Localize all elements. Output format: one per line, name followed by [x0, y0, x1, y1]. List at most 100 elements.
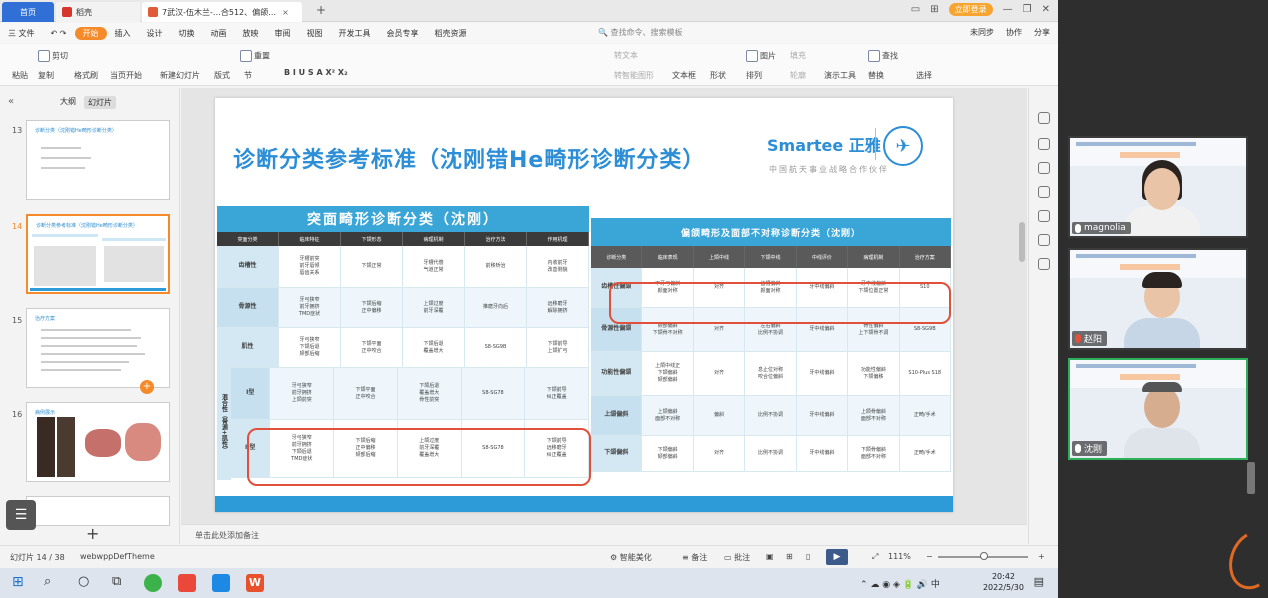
- reading-view-icon[interactable]: ▯: [806, 552, 810, 561]
- windows-start-icon[interactable]: ⊞: [12, 574, 24, 590]
- collapse-panel-icon[interactable]: «: [8, 96, 14, 107]
- tab-outline[interactable]: 大纲: [60, 96, 76, 109]
- sorter-view-icon[interactable]: ⊞: [786, 552, 793, 561]
- collab-button[interactable]: 协作: [1006, 27, 1022, 38]
- find-label: 查找: [882, 51, 898, 61]
- participant-head: [1144, 168, 1180, 210]
- fill-button[interactable]: 填充: [790, 50, 806, 61]
- menu-docer[interactable]: 稻壳资源: [427, 28, 475, 39]
- cut-button[interactable]: 剪切: [38, 50, 68, 62]
- slide-thumbnail[interactable]: 诊断分类（沈刚错He畸形诊断分类）: [26, 120, 170, 200]
- paste-button[interactable]: 粘贴: [12, 70, 28, 81]
- notes-area[interactable]: 单击此处添加备注: [181, 524, 1027, 544]
- zoom-slider-knob[interactable]: [980, 552, 988, 560]
- menu-insert[interactable]: 插入: [107, 28, 139, 39]
- outline-button[interactable]: 轮廓: [790, 70, 806, 81]
- notes-button[interactable]: ≡ 备注: [682, 552, 707, 563]
- minimize-icon[interactable]: —: [1003, 4, 1013, 15]
- undo-icon[interactable]: ↶ ↷: [43, 29, 75, 38]
- slide-thumbnail[interactable]: 治疗方案: [26, 308, 170, 388]
- new-slide-button[interactable]: 新建幻灯片: [160, 70, 200, 81]
- new-tab-button[interactable]: +: [316, 3, 326, 17]
- menu-float-icon[interactable]: ☰: [6, 500, 36, 530]
- menu-transition[interactable]: 切换: [171, 28, 203, 39]
- textbox-button[interactable]: 文本框: [672, 70, 696, 81]
- share-button[interactable]: 分享: [1034, 27, 1050, 38]
- notification-icon[interactable]: ▤: [1034, 575, 1044, 588]
- reset-button[interactable]: 重置: [240, 50, 270, 62]
- vertical-scrollbar[interactable]: [1019, 92, 1025, 520]
- convert-smart-button[interactable]: 转文本: [614, 50, 638, 61]
- layout-icon[interactable]: ▭: [911, 4, 920, 15]
- menu-member[interactable]: 会员专享: [379, 28, 427, 39]
- format-painter-button[interactable]: 格式刷: [74, 70, 98, 81]
- add-slide-button[interactable]: +: [86, 524, 99, 543]
- tab-home[interactable]: 首页: [2, 2, 54, 22]
- wechat-icon[interactable]: [144, 574, 162, 592]
- close-icon[interactable]: ✕: [1042, 4, 1050, 15]
- google-drive-icon[interactable]: [178, 574, 196, 592]
- menu-view[interactable]: 视图: [299, 28, 331, 39]
- replace-button[interactable]: 替换: [868, 70, 884, 81]
- clock[interactable]: 20:42 2022/5/30: [983, 571, 1024, 593]
- star-icon[interactable]: [1038, 162, 1050, 174]
- video-tile[interactable]: 赵阳: [1068, 248, 1248, 350]
- image-icon[interactable]: [1038, 186, 1050, 198]
- play-slideshow-button[interactable]: ▶: [826, 549, 848, 565]
- menu-developer[interactable]: 开发工具: [331, 28, 379, 39]
- fit-icon[interactable]: ⤢: [872, 552, 878, 562]
- help-icon[interactable]: [1038, 210, 1050, 222]
- menu-file[interactable]: 三 文件: [0, 28, 43, 39]
- location-icon[interactable]: [1038, 258, 1050, 270]
- loading-arc-icon: [1221, 523, 1268, 597]
- style-icon[interactable]: [1038, 112, 1050, 124]
- login-button[interactable]: 立即登录: [948, 3, 993, 16]
- settings-icon[interactable]: [1038, 138, 1050, 150]
- tab-docer[interactable]: 稻壳: [56, 2, 140, 22]
- slideshow-tools-button[interactable]: 演示工具: [824, 70, 856, 81]
- select-button[interactable]: 选择: [916, 70, 932, 81]
- panel-resize-handle[interactable]: [1247, 462, 1255, 494]
- task-view-icon[interactable]: ⧉: [112, 574, 121, 589]
- wps-icon[interactable]: W: [246, 574, 264, 592]
- zoom-in-icon[interactable]: +: [1038, 552, 1045, 561]
- video-tile[interactable]: magnolia: [1068, 136, 1248, 238]
- menu-home[interactable]: 开始: [74, 26, 107, 40]
- cortana-icon[interactable]: ○: [78, 574, 89, 589]
- layout-button[interactable]: 版式: [214, 70, 230, 81]
- scrollbar-thumb[interactable]: [1019, 222, 1025, 262]
- shape-button[interactable]: 形状: [710, 70, 726, 81]
- section-button[interactable]: 节: [244, 70, 252, 81]
- tab-document[interactable]: 7武汉-伍木兰-…合512、偏颌… ×: [142, 2, 302, 22]
- copy-button[interactable]: 复制: [38, 70, 54, 81]
- system-tray[interactable]: ⌃ ☁ ◉ ◈ 🔋 🔊 中: [860, 577, 940, 590]
- add-slide-badge-icon[interactable]: +: [140, 380, 154, 394]
- apps-icon[interactable]: ⊞: [930, 4, 938, 15]
- meeting-app-icon[interactable]: [212, 574, 230, 592]
- zoom-out-icon[interactable]: −: [926, 552, 933, 561]
- sync-button[interactable]: 未同步: [970, 27, 994, 38]
- from-start-button[interactable]: 当页开始: [110, 70, 142, 81]
- menu-slideshow[interactable]: 放映: [235, 28, 267, 39]
- search-icon[interactable]: ⌕: [44, 574, 51, 589]
- tab-slides[interactable]: 幻灯片: [84, 96, 116, 109]
- close-tab-icon[interactable]: ×: [282, 8, 289, 17]
- restore-icon[interactable]: ❐: [1023, 4, 1032, 15]
- menu-design[interactable]: 设计: [139, 28, 171, 39]
- normal-view-icon[interactable]: ▣: [766, 552, 774, 561]
- smart-graphic-button[interactable]: 转智能图形: [614, 70, 654, 81]
- menu-animation[interactable]: 动画: [203, 28, 235, 39]
- menu-review[interactable]: 审阅: [267, 28, 299, 39]
- slide-thumbnail-selected[interactable]: 诊断分类参考标准（沈刚错He畸形诊断分类）: [26, 214, 170, 294]
- share-icon[interactable]: [1038, 234, 1050, 246]
- arrange-button[interactable]: 排列: [746, 70, 762, 81]
- font-style-buttons[interactable]: B I U S A X² X₂: [284, 68, 348, 77]
- video-tile-active-speaker[interactable]: 沈刚: [1068, 358, 1248, 460]
- picture-button[interactable]: 图片: [746, 50, 776, 62]
- smart-beautify-button[interactable]: ⚙ 智能美化: [610, 552, 652, 563]
- find-button[interactable]: 查找: [868, 50, 898, 62]
- slide-thumbnail[interactable]: [26, 496, 170, 526]
- command-search[interactable]: 🔍 查找命令、搜索模板: [598, 27, 683, 38]
- slide-thumbnail[interactable]: 病例展示: [26, 402, 170, 482]
- comment-button[interactable]: ▭ 批注: [724, 552, 750, 563]
